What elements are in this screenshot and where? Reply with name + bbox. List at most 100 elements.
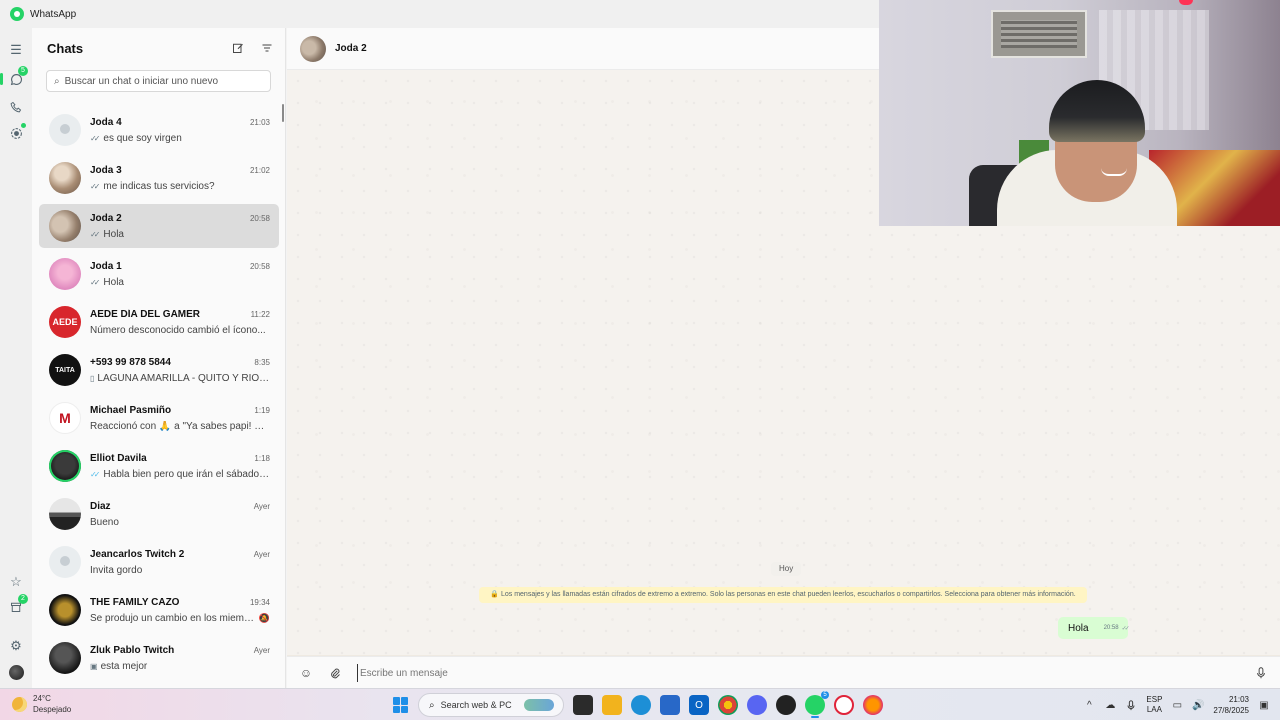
chat-row[interactable]: Jeancarlos Twitch 2 Ayer Invita gordo — [39, 540, 279, 584]
contact-name[interactable]: Joda 2 — [335, 43, 367, 54]
chats-badge: 5 — [18, 66, 28, 76]
filter-icon[interactable] — [260, 42, 273, 55]
language-indicator[interactable]: ESP LAA — [1146, 695, 1162, 715]
whatsapp-taskbar-icon[interactable]: 5 — [805, 691, 829, 718]
chat-preview: Habla bien pero que irán el sábado ... — [103, 468, 270, 480]
chat-name: AEDE DÍA DEL GAMER — [90, 308, 201, 320]
volume-icon[interactable]: 🔊 — [1192, 699, 1204, 711]
chat-row[interactable]: Zluk Pablo Twitch Ayer ▣ esta mejor — [39, 636, 279, 680]
chat-preview: es que soy virgen — [103, 132, 182, 144]
chat-preview: Se produjo un cambio en los miembro... — [90, 612, 255, 624]
avatar-text: AEDE — [52, 317, 78, 327]
settings-icon[interactable]: ⚙ — [8, 637, 24, 653]
chat-time: Ayer — [253, 645, 270, 655]
encryption-notice[interactable]: 🔒 Los mensajes y las llamadas están cifr… — [479, 587, 1087, 603]
starred-icon[interactable]: ☆ — [8, 573, 24, 589]
search-box[interactable]: ⌕ — [46, 70, 271, 92]
double-check-icon: ✓✓ — [90, 229, 101, 239]
air-conditioner — [991, 10, 1087, 58]
chat-preview: Hola — [103, 228, 124, 240]
start-button[interactable] — [393, 697, 409, 713]
microphone-icon[interactable] — [1254, 666, 1268, 680]
obs-icon[interactable] — [776, 695, 796, 715]
chat-time: 1:19 — [254, 405, 270, 415]
double-check-icon: ✓✓ — [90, 469, 101, 479]
chat-row[interactable]: AEDE AEDE DÍA DEL GAMER 11:22 Número desc… — [39, 300, 279, 344]
chat-name: Joda 1 — [90, 260, 122, 272]
chat-row[interactable]: Joda 4 21:03 ✓✓ es que soy virgen — [39, 108, 279, 152]
message-input[interactable] — [357, 664, 917, 682]
taskbar-search[interactable]: ⌕ Search web & PC — [418, 693, 564, 717]
weather-widget[interactable]: 24°C Despejado — [12, 693, 71, 715]
avatar — [49, 498, 81, 530]
store-icon[interactable] — [660, 695, 680, 715]
opera-icon[interactable] — [834, 695, 854, 715]
chats-icon[interactable]: 5 — [0, 66, 28, 87]
chat-name: Diaz — [90, 500, 111, 512]
chat-row[interactable]: THE FAMILY CAZO 19:34 Se produjo un cambi… — [39, 588, 279, 632]
avatar — [49, 162, 81, 194]
chrome-icon[interactable] — [718, 695, 738, 715]
search-input[interactable] — [64, 75, 265, 87]
emoji-icon[interactable]: ☺ — [299, 666, 313, 680]
discord-icon[interactable] — [747, 695, 767, 715]
person-smile — [1101, 168, 1127, 176]
chat-row[interactable]: Joda 1 20:58 ✓✓ Hola — [39, 252, 279, 296]
clock-time: 21:03 — [1228, 695, 1249, 704]
edge-icon[interactable] — [631, 695, 651, 715]
avatar[interactable] — [300, 35, 326, 62]
chat-list-panel: Chats ⌕ Joda 421:03 ✓✓es que soy virgen … — [32, 28, 286, 688]
chat-row-selected[interactable]: Joda 2 20:58 ✓✓ Hola — [39, 204, 279, 248]
avatar: M — [49, 402, 81, 434]
microphone-icon[interactable] — [1125, 699, 1137, 711]
profile-avatar[interactable] — [8, 664, 24, 680]
chevron-up-icon[interactable]: ^ — [1083, 699, 1095, 711]
chat-time: 19:34 — [249, 597, 270, 607]
muted-icon: 🔕 — [258, 612, 270, 623]
avatar-text: TAITA — [55, 366, 75, 374]
chat-row[interactable]: Elliot Davila 1:18 ✓✓ Habla bien pero que … — [39, 444, 279, 488]
avatar — [49, 546, 81, 578]
chat-preview: Número desconocido cambió el ícono... — [90, 324, 266, 336]
outlook-icon[interactable]: O — [689, 695, 709, 715]
chat-name: Joda 2 — [90, 212, 122, 224]
taskbar: 24°C Despejado ⌕ Search web & PC O 5 ^ ☁… — [0, 688, 1280, 720]
webcam-overlay — [879, 0, 1280, 226]
chat-name: Michael Pasmiño — [90, 404, 172, 416]
nav-rail: ☰ 5 ☆ 2 ⚙ — [0, 28, 32, 688]
task-view-icon[interactable] — [573, 695, 593, 715]
menu-icon[interactable]: ☰ — [8, 41, 24, 57]
notifications-icon[interactable]: ▣ — [1258, 699, 1270, 711]
attach-icon[interactable] — [328, 666, 342, 680]
whatsapp-badge: 5 — [821, 691, 829, 699]
weather-temp: 24°C — [33, 694, 51, 703]
file-explorer-icon[interactable] — [602, 695, 622, 715]
clock[interactable]: 21:03 27/8/2025 — [1213, 694, 1249, 716]
network-icon[interactable]: ▭ — [1171, 699, 1183, 711]
calls-icon[interactable] — [8, 99, 24, 115]
taskbar-search-label: Search web & PC — [440, 700, 512, 710]
cloud-icon[interactable]: ☁ — [1104, 699, 1116, 711]
outgoing-message[interactable]: Hola 20:58 ✓✓ — [1058, 617, 1130, 639]
chat-row[interactable]: Diaz Ayer Bueno — [39, 492, 279, 536]
avatar — [49, 258, 81, 290]
search-icon: ⌕ — [429, 699, 435, 711]
status-icon[interactable] — [8, 123, 26, 141]
chat-preview: LAGUNA AMARILLA - QUITO Y RIOB... — [97, 372, 270, 384]
chat-row[interactable]: M Michael Pasmiño 1:19 Reaccionó con 🙏 a … — [39, 396, 279, 440]
status-dot — [21, 123, 26, 128]
chat-list-scrollbar[interactable] — [282, 104, 284, 122]
avatar: AEDE — [49, 306, 81, 338]
chats-title: Chats — [47, 40, 84, 56]
chat-row[interactable]: Joda 3 21:02 ✓✓ me indicas tus servicios? — [39, 156, 279, 200]
new-chat-icon[interactable] — [231, 42, 244, 55]
firefox-icon[interactable] — [863, 695, 883, 715]
avatar — [8, 664, 24, 680]
archived-icon[interactable]: 2 — [8, 594, 28, 615]
chat-preview: esta mejor — [100, 660, 148, 672]
chat-time: Ayer — [253, 501, 270, 511]
chat-time: Ayer — [253, 549, 270, 559]
chat-row[interactable]: TAITA +593 99 878 5844 8:35 ▯ LAGUNA AMARI… — [39, 348, 279, 392]
message-composer: ☺ — [287, 656, 1280, 688]
chat-time: 21:02 — [249, 165, 270, 175]
